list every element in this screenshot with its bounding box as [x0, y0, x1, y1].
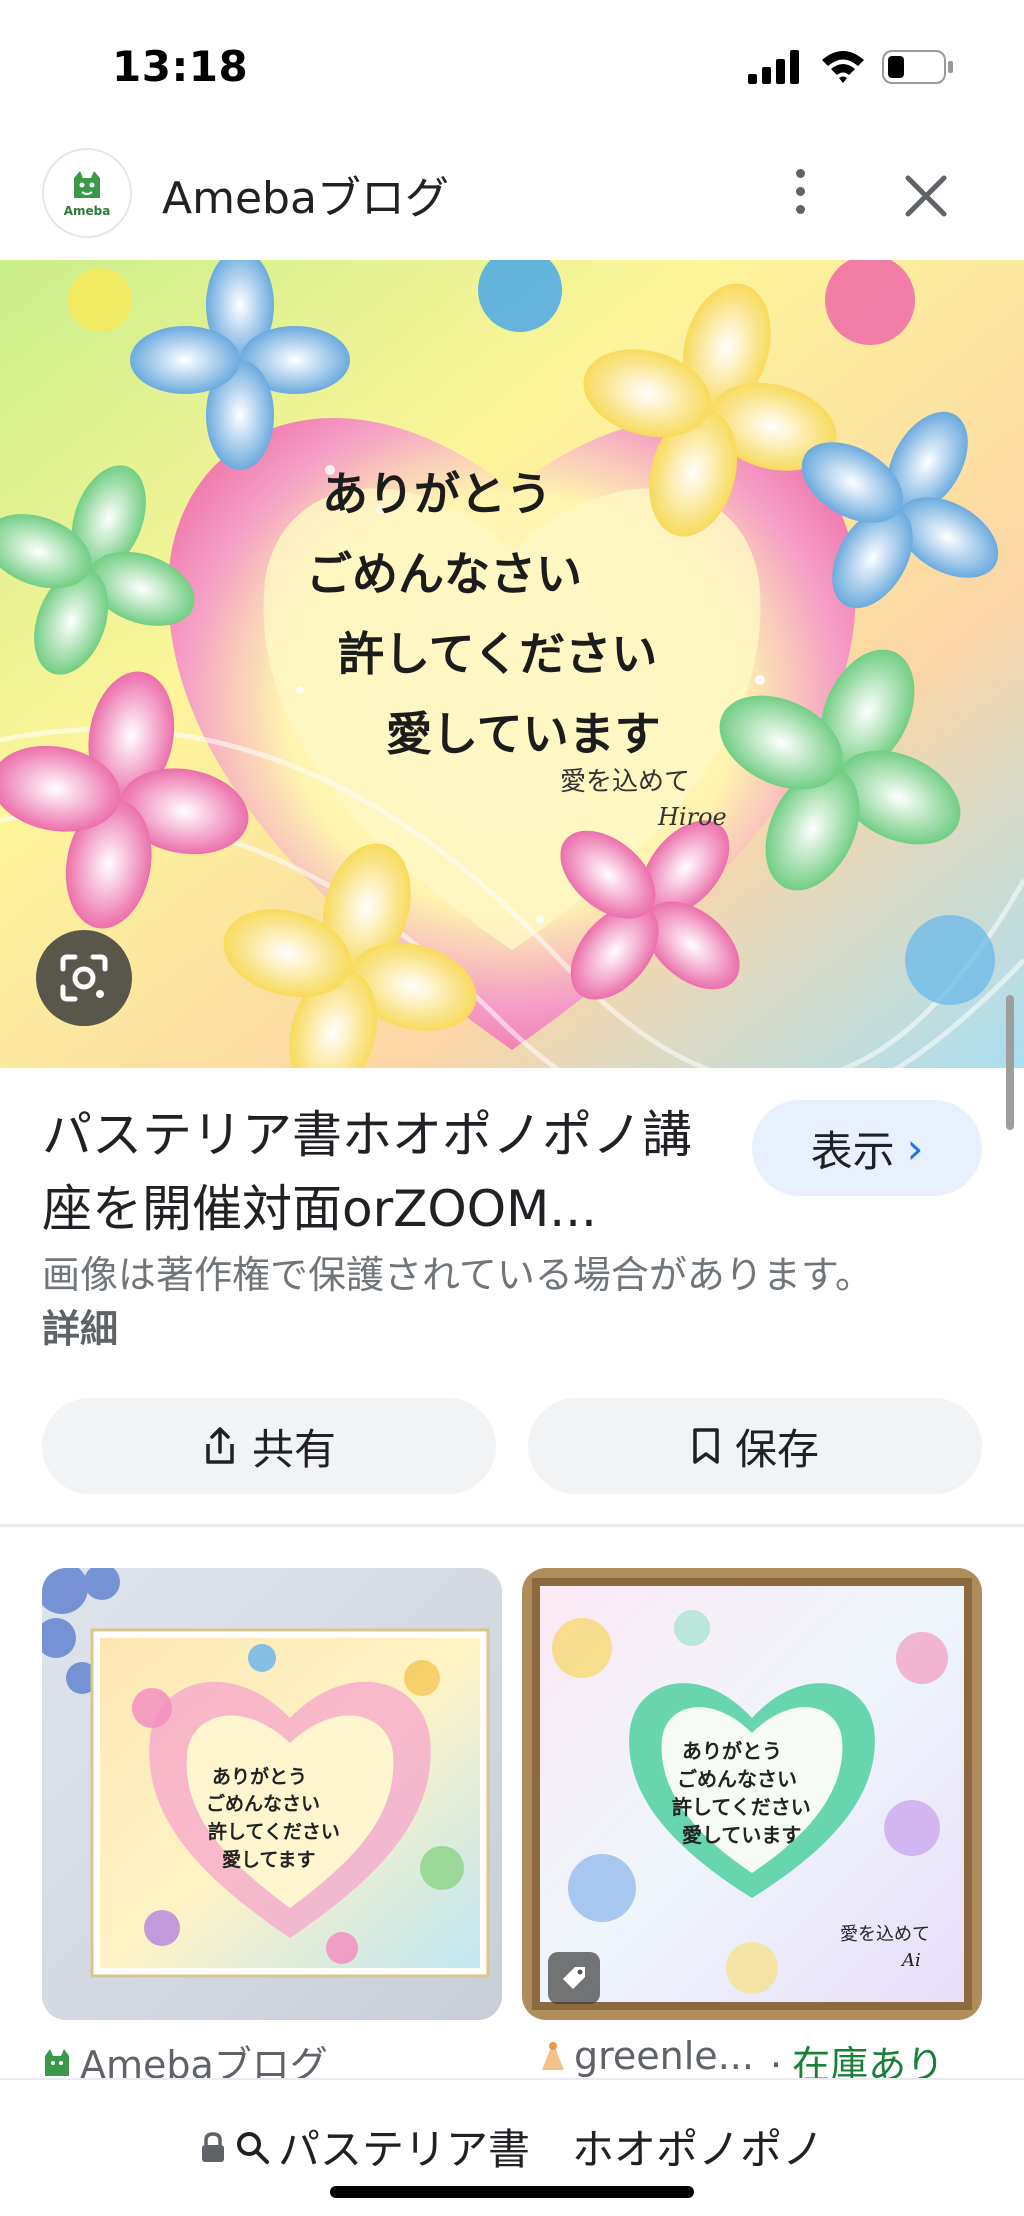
main-image[interactable]: ありがとう ごめんなさい 許してください 愛しています 愛を込めて Hiroe [0, 260, 1024, 1068]
wifi-icon [822, 51, 864, 83]
card1-art-line-4: 愛してます [222, 1849, 315, 1871]
related-image: ありがとう ごめんなさい 許してください 愛してます [42, 1568, 502, 2020]
shop-icon [542, 2042, 564, 2070]
card2-art-line-2: ごめんなさい [677, 1767, 797, 1791]
artwork-line-3: 許してください [338, 627, 657, 681]
card-source[interactable]: greenle... [540, 2034, 754, 2078]
site-header: Ameba Amebaブログ [0, 136, 1024, 260]
detail-link[interactable]: 詳細 [42, 1307, 118, 1351]
bottom-address-bar[interactable]: パステリア書 ホオポノポノ [0, 2078, 1024, 2216]
card2-art-line-1: ありがとう [682, 1739, 782, 1763]
save-button[interactable]: 保存 [528, 1398, 982, 1494]
chevron-right-icon: › [906, 1123, 924, 1173]
result-title[interactable]: パステリア書ホオポノポノ講座を開催対面orZOOM... [42, 1098, 732, 1246]
close-icon[interactable] [896, 166, 956, 226]
scrollbar[interactable] [1006, 995, 1014, 1130]
card1-art-line-1: ありがとう [212, 1765, 307, 1788]
ameba-logo-icon[interactable]: Ameba [42, 148, 132, 238]
save-label: 保存 [734, 1424, 819, 1474]
address-bar[interactable]: パステリア書 ホオポノポノ [0, 2116, 1024, 2177]
share-button[interactable]: 共有 [42, 1398, 496, 1494]
copyright-text: 画像は著作権で保護されている場合があります。 [42, 1253, 874, 1297]
share-icon [206, 1427, 234, 1464]
logo-text: Ameba [63, 204, 111, 218]
section-divider [0, 1524, 1024, 1527]
card2-art-line-3: 許してください [672, 1795, 811, 1819]
ameba-mascot-icon [74, 171, 100, 198]
more-vert-icon[interactable] [778, 158, 822, 224]
card2-signature-1: 愛を込めて [840, 1924, 930, 1945]
search-icon [236, 2131, 269, 2164]
signature-line-2: Hiroe [657, 803, 727, 831]
view-button-label: 表示 [810, 1126, 895, 1176]
signature-line-1: 愛を込めて [560, 767, 690, 797]
status-time: 13:18 [112, 42, 249, 91]
artwork-line-1: ありがとう [322, 467, 552, 521]
card2-signature-2: Ai [900, 1950, 921, 1971]
copyright-notice: 画像は著作権で保護されている場合があります。 詳細 [42, 1248, 922, 1356]
site-title[interactable]: Amebaブログ [162, 162, 449, 226]
card1-art-line-3: 許してください [208, 1820, 340, 1843]
status-bar: 13:18 [0, 0, 1024, 136]
ameba-icon [45, 2048, 69, 2076]
share-label: 共有 [251, 1424, 336, 1474]
cellular-signal-icon [748, 50, 799, 84]
google-lens-icon[interactable] [36, 930, 132, 1026]
bookmark-icon [693, 1428, 719, 1464]
artwork-line-2: ごめんなさい [306, 547, 582, 601]
home-indicator [330, 2186, 694, 2198]
card1-art-line-2: ごめんなさい [206, 1792, 320, 1815]
related-image-card[interactable]: ありがとう ごめんなさい 許してください 愛してます [42, 1568, 502, 2020]
view-button[interactable]: 表示 › [752, 1100, 982, 1196]
pastel-heart-artwork: ありがとう ごめんなさい 許してください 愛しています 愛を込めて Hiroe [0, 260, 1024, 1068]
card-source-label: greenle... [574, 2034, 754, 2078]
tag-icon [548, 1952, 600, 2004]
artwork-line-4: 愛しています [386, 707, 661, 761]
address-text: パステリア書 ホオポノポノ [277, 2125, 824, 2174]
lock-icon [201, 2131, 224, 2162]
battery-icon [882, 50, 953, 84]
card2-art-line-4: 愛しています [682, 1823, 801, 1847]
